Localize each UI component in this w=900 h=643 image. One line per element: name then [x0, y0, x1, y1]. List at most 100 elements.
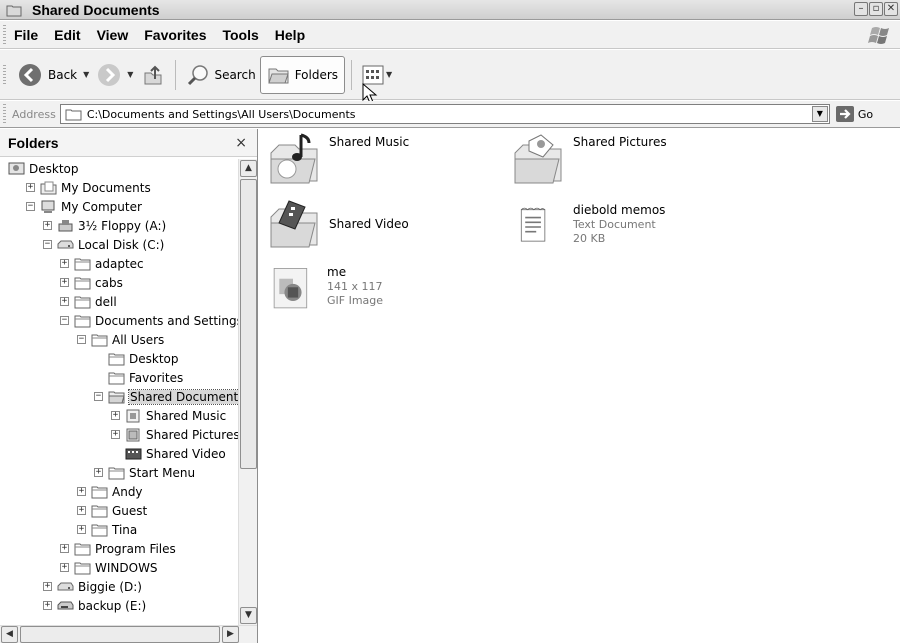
- folder-icon: [65, 109, 82, 120]
- views-dropdown-icon[interactable]: ▼: [386, 70, 392, 79]
- me-gif-file[interactable]: me 141 x 117 GIF Image: [269, 261, 383, 317]
- tree-item[interactable]: + cabs: [60, 273, 123, 292]
- expand-icon[interactable]: +: [77, 487, 86, 496]
- address-grip[interactable]: [3, 104, 6, 124]
- tree-item[interactable]: + WINDOWS: [60, 558, 158, 577]
- go-button[interactable]: Go: [835, 106, 873, 122]
- folder-icon: [74, 543, 91, 555]
- expand-icon[interactable]: +: [94, 468, 103, 477]
- expand-icon[interactable]: +: [111, 430, 120, 439]
- scroll-down-button[interactable]: ▼: [240, 607, 257, 624]
- expand-icon[interactable]: +: [43, 601, 52, 610]
- expand-icon[interactable]: +: [77, 506, 86, 515]
- collapse-icon[interactable]: −: [94, 392, 103, 401]
- expand-icon[interactable]: +: [60, 297, 69, 306]
- tree-item[interactable]: − Local Disk (C:): [43, 235, 164, 254]
- item-name: diebold memos: [573, 203, 666, 217]
- tree-item[interactable]: − All Users: [77, 330, 164, 349]
- menu-grip[interactable]: [3, 24, 6, 45]
- expand-icon[interactable]: +: [60, 544, 69, 553]
- address-input[interactable]: C:\Documents and Settings\All Users\Docu…: [59, 104, 830, 124]
- back-dropdown-icon[interactable]: ▼: [83, 70, 89, 79]
- scroll-left-button[interactable]: ◀: [1, 626, 18, 643]
- diebold-memos-file[interactable]: diebold memos Text Document 20 KB: [515, 199, 665, 255]
- tree-item-label: Program Files: [95, 541, 176, 556]
- forward-dropdown-icon[interactable]: ▼: [127, 70, 133, 79]
- open-folder-icon: [108, 391, 125, 403]
- menu-tools[interactable]: Tools: [222, 27, 258, 43]
- tree-item[interactable]: Desktop: [94, 349, 179, 368]
- close-pane-icon[interactable]: ×: [235, 135, 247, 151]
- tree-item[interactable]: − Documents and Settings: [60, 311, 238, 330]
- back-button[interactable]: Back ▼: [14, 56, 93, 94]
- maximize-button[interactable]: ▫: [869, 2, 883, 16]
- forward-button[interactable]: ▼: [93, 56, 137, 94]
- tree-item[interactable]: + Andy: [77, 482, 143, 501]
- tree-item[interactable]: − My Computer: [26, 197, 142, 216]
- tree-item[interactable]: Shared Video: [111, 444, 226, 463]
- tree-item-label: My Computer: [61, 199, 142, 214]
- collapse-icon[interactable]: −: [77, 335, 86, 344]
- tree-item[interactable]: Desktop: [8, 159, 79, 178]
- horizontal-scrollbar[interactable]: ◀ ▶: [0, 625, 257, 643]
- expand-icon[interactable]: +: [60, 259, 69, 268]
- expand-icon[interactable]: +: [77, 525, 86, 534]
- menu-edit[interactable]: Edit: [54, 27, 80, 43]
- search-button[interactable]: Search: [182, 56, 259, 94]
- expand-icon[interactable]: +: [43, 582, 52, 591]
- collapse-icon[interactable]: −: [43, 240, 52, 249]
- tree-item[interactable]: +3½ Floppy (A:): [43, 216, 166, 235]
- title-bar[interactable]: Shared Documents – ▫ ✕: [0, 0, 900, 20]
- tree-item[interactable]: + adaptec: [60, 254, 144, 273]
- tree-item[interactable]: + backup (E:): [43, 596, 146, 615]
- tree-item[interactable]: + Program Files: [60, 539, 176, 558]
- tree-item-label: cabs: [95, 275, 123, 290]
- expand-icon[interactable]: +: [60, 563, 69, 572]
- shared-video-folder[interactable]: Shared Video: [267, 195, 409, 251]
- address-dropdown-button[interactable]: ▼: [811, 106, 828, 122]
- content-pane[interactable]: Shared Music Shared Pictures Shared Vide…: [259, 129, 900, 643]
- tree-item[interactable]: − Shared Documents: [94, 387, 238, 406]
- tree-item[interactable]: + Shared Music: [111, 406, 226, 425]
- folders-button[interactable]: Folders: [259, 55, 346, 94]
- folders-icon: [267, 68, 289, 83]
- vertical-scrollbar[interactable]: ▲ ▼: [238, 159, 257, 625]
- tree-item-label: Guest: [112, 503, 148, 518]
- expand-icon[interactable]: +: [60, 278, 69, 287]
- expand-icon[interactable]: +: [111, 411, 120, 420]
- close-window-button[interactable]: ✕: [884, 2, 898, 16]
- scroll-thumb[interactable]: [240, 179, 257, 469]
- collapse-icon[interactable]: −: [26, 202, 35, 211]
- folder-tree[interactable]: Desktop + My Documents − My Computer +3½ Flop…: [0, 159, 238, 625]
- expand-icon[interactable]: +: [43, 221, 52, 230]
- back-arrow-icon: [19, 63, 41, 86]
- tree-item[interactable]: Favorites: [94, 368, 183, 387]
- shared-pictures-folder-icon: [126, 428, 140, 441]
- folders-pane-title: Folders: [8, 134, 59, 151]
- shared-pictures-folder[interactable]: Shared Pictures: [511, 131, 667, 187]
- tree-item[interactable]: + Tina: [77, 520, 137, 539]
- menu-view[interactable]: View: [97, 27, 129, 43]
- scroll-right-button[interactable]: ▶: [222, 626, 239, 643]
- toolbar-grip[interactable]: [3, 64, 6, 85]
- menu-favorites[interactable]: Favorites: [144, 27, 206, 43]
- windows-logo-icon: [868, 27, 889, 44]
- tree-item[interactable]: + My Documents: [26, 178, 151, 197]
- menu-file[interactable]: File: [14, 27, 38, 43]
- up-folder-button[interactable]: [137, 56, 169, 94]
- menu-help[interactable]: Help: [275, 27, 305, 43]
- folder-icon: [91, 486, 108, 498]
- tree-item[interactable]: + Shared Pictures: [111, 425, 238, 444]
- scroll-up-button[interactable]: ▲: [240, 160, 257, 177]
- tree-item-label: dell: [95, 294, 117, 309]
- collapse-icon[interactable]: −: [60, 316, 69, 325]
- tree-item[interactable]: + dell: [60, 292, 117, 311]
- horizontal-scroll-thumb[interactable]: [20, 626, 220, 643]
- minimize-button[interactable]: –: [854, 2, 868, 16]
- shared-music-folder[interactable]: Shared Music: [267, 131, 409, 187]
- tree-item[interactable]: + Guest: [77, 501, 147, 520]
- tree-item[interactable]: + Start Menu: [94, 463, 195, 482]
- expand-icon[interactable]: +: [26, 183, 35, 192]
- tree-item[interactable]: + Biggie (D:): [43, 577, 142, 596]
- tree-item-label: Local Disk (C:): [78, 237, 165, 252]
